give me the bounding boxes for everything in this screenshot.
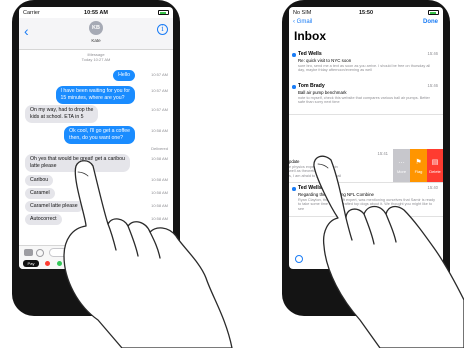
contact-name[interactable]: Kate (19, 38, 173, 43)
message-timestamp: 10:58 AM (151, 156, 168, 161)
conversation-header: ‹ KB Kate i (19, 18, 173, 50)
outgoing-message-bubble[interactable]: Ok cool, I'll go get a coffee then, do yo… (64, 126, 135, 144)
apple-pay-icon[interactable]: Pay (23, 260, 39, 267)
back-chevron-icon[interactable]: ‹ (24, 24, 29, 38)
swipe-action-label: Flag (414, 169, 423, 174)
swipe-action-more-button[interactable]: … More (393, 149, 410, 182)
mail-preview: Ryan Clayton, the NFL draft expert, was … (298, 197, 436, 212)
phone-mail: No SIM 15:50 ‹ Gmail Done Inbox Ted Well… (282, 0, 450, 316)
app-drawer-icon[interactable] (57, 261, 62, 266)
back-label: Gmail (296, 19, 313, 25)
app-drawer-icon[interactable] (45, 261, 50, 266)
mail-nav-bar: ‹ Gmail Done (289, 18, 443, 28)
delete-icon: ▤ (431, 159, 439, 166)
message-timestamp: 10:58 AM (151, 128, 168, 133)
message-text-line: Ok cool, I'll go get a coffee (69, 128, 130, 134)
swiped-preview-line: s, I am afraid to pump your ball (289, 173, 342, 178)
pay-label: Pay (27, 261, 35, 266)
mail-preview: sure bro, send me a text as soon as you … (298, 63, 431, 73)
message-text-line: latte please (30, 162, 57, 169)
message-text-line: kids at school. ETA in 5 (30, 113, 84, 120)
swipe-action-label: Delete (429, 169, 441, 174)
battery-icon (428, 10, 439, 15)
incoming-message-bubble[interactable]: Autocorrect (25, 214, 62, 225)
incoming-message-bubble[interactable]: On my way, had to drop the kids at school… (25, 105, 99, 123)
mail-row[interactable]: Ted Wells 15:40 Regarding the upcoming NFL… (289, 183, 443, 217)
back-to-gmail-button[interactable]: ‹ Gmail (293, 19, 312, 25)
message-timestamp: 10:57 AM (151, 72, 168, 77)
message-timestamp: 10:58 AM (151, 203, 168, 208)
message-text-line: On my way, had to drop the (30, 107, 94, 113)
mail-subject: Ball air pump benchmark (298, 90, 347, 95)
done-button[interactable]: Done (423, 19, 438, 25)
delivered-status: Delivered (151, 146, 168, 151)
unread-dot-icon (292, 53, 296, 57)
status-bar: Carrier 10:55 AM (19, 7, 173, 18)
avatar[interactable]: KB (89, 21, 103, 35)
message-text-line: Oh yes that would be great! get a caribo… (30, 156, 125, 162)
compose-bar: Pay (19, 245, 173, 269)
swipe-action-flag-button[interactable]: ⚑ Flag (410, 149, 427, 182)
swiped-mail-row[interactable]: 15:41 pdate e physics experiment explain… (289, 149, 443, 183)
flag-icon: ⚑ (415, 159, 422, 166)
mail-filter-icon[interactable] (295, 255, 303, 263)
unread-dot-icon (292, 85, 296, 89)
battery-icon (158, 10, 169, 15)
outgoing-message-bubble[interactable]: Hello (113, 70, 135, 81)
status-time: 15:50 (358, 10, 374, 16)
app-store-icon[interactable] (36, 249, 44, 257)
messages-screen: Carrier 10:55 AM ‹ KB Kate i iMessage To… (19, 7, 173, 269)
mail-time: 15:46 (427, 51, 438, 56)
mail-preview: note to myself, check this website that … (298, 95, 430, 105)
mail-time: 15:40 (427, 185, 438, 190)
outgoing-message-bubble[interactable]: I have been waiting for you for 15 minute… (55, 86, 135, 104)
incoming-message-bubble[interactable]: Oh yes that would be great! get a caribo… (25, 154, 130, 172)
conversation-meta: iMessage Today 10:27 AM (19, 52, 173, 62)
incoming-message-bubble[interactable]: Caramel latte please (25, 201, 83, 212)
message-timestamp: 10:57 AM (151, 88, 168, 93)
mail-sender: Ted Wells (298, 51, 322, 57)
unread-dot-icon (292, 187, 296, 191)
message-timestamp: 10:58 AM (151, 216, 168, 221)
mail-subject: Regarding the upcoming NFL Combine (298, 192, 374, 197)
mail-sender: Tom Brady (298, 83, 325, 89)
conversation-date: Today 10:27 AM (81, 57, 111, 62)
mail-time: 15:46 (427, 83, 438, 88)
message-timestamp: 10:58 AM (151, 190, 168, 195)
mail-row[interactable]: Ted Wells 15:46 Re: quick visit to NYC soo… (289, 49, 443, 83)
message-text-line: 15 minutes, where are you? (60, 94, 125, 101)
info-icon[interactable]: i (157, 24, 168, 35)
mail-subject: Re: quick visit to NYC soon (298, 58, 352, 63)
mail-sender: Ted Wells (298, 185, 322, 191)
mail-screen: No SIM 15:50 ‹ Gmail Done Inbox Ted Well… (289, 7, 443, 269)
camera-icon[interactable] (24, 249, 33, 256)
incoming-message-bubble[interactable]: Caramel (25, 188, 55, 199)
swipe-action-delete-button[interactable]: ▤ Delete (427, 149, 443, 182)
status-bar: No SIM 15:50 (289, 7, 443, 18)
swipe-action-label: More (396, 169, 407, 174)
message-text-line: I have been waiting for you for (60, 88, 131, 94)
phone-messages: Carrier 10:55 AM ‹ KB Kate i iMessage To… (12, 0, 180, 316)
message-timestamp: 10:58 AM (151, 177, 168, 182)
message-input[interactable] (49, 248, 167, 257)
status-time: 10:55 AM (84, 10, 108, 16)
app-drawer-icon[interactable] (69, 261, 74, 266)
mail-time: 15:41 (377, 151, 388, 156)
message-text-line: then, do you want one? (69, 134, 124, 141)
inbox-title: Inbox (294, 29, 326, 43)
mail-row[interactable]: Tom Brady 15:46 Ball air pump benchmark not… (289, 81, 443, 115)
more-icon: … (398, 158, 405, 165)
incoming-message-bubble[interactable]: Caribou (25, 175, 54, 186)
swiped-mail-preview: pdate e physics experiment explain well … (289, 159, 342, 178)
message-timestamp: 10:57 AM (151, 107, 168, 112)
app-drawer-icon[interactable] (81, 261, 86, 266)
